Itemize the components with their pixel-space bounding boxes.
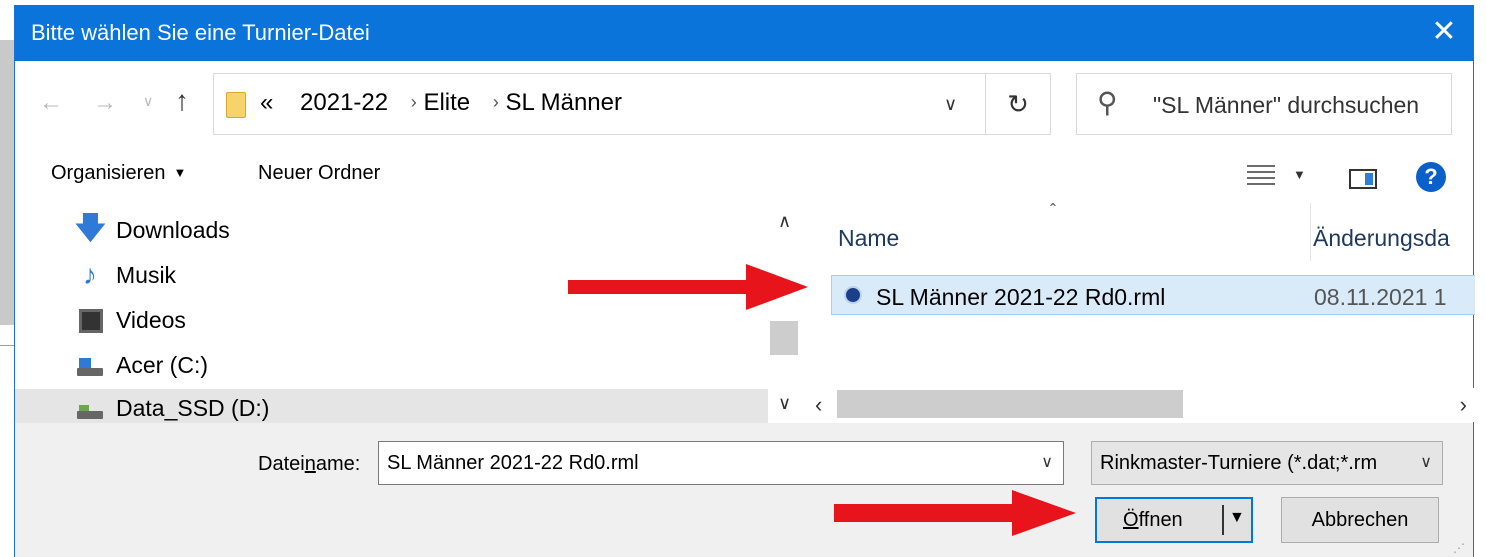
- file-row[interactable]: SL Männer 2021-22 Rd0.rml 08.11.2021 1: [831, 275, 1475, 315]
- breadcrumb-overflow[interactable]: «: [260, 89, 273, 116]
- view-options-icon[interactable]: [1247, 165, 1275, 185]
- scroll-up-icon[interactable]: ∧: [778, 211, 791, 232]
- background-window-top: [0, 0, 14, 40]
- background-window-panel: [0, 40, 15, 325]
- title-bar: Bitte wählen Sie eine Turnier-Datei ✕: [15, 5, 1473, 61]
- chevron-down-icon[interactable]: ∨: [1041, 452, 1053, 472]
- scroll-down-icon[interactable]: ∨: [778, 393, 791, 414]
- search-icon: ⚲: [1097, 87, 1118, 118]
- open-button-label: Öffnen: [1123, 509, 1183, 531]
- search-input[interactable]: ⚲ "SL Männer" durchsuchen: [1076, 73, 1452, 135]
- nav-item-label: Videos: [116, 307, 186, 333]
- folder-icon: [226, 92, 246, 118]
- dialog-title: Bitte wählen Sie eine Turnier-Datei: [31, 20, 370, 45]
- organize-label: Organisieren: [51, 162, 166, 184]
- navigation-pane: 🡇 Downloads ♪ Musik Videos Acer (C:) Dat…: [15, 203, 770, 423]
- column-divider[interactable]: [1310, 203, 1311, 261]
- chevron-down-icon[interactable]: ∨: [944, 94, 957, 115]
- caret-down-icon: ▼: [173, 165, 187, 180]
- refresh-icon[interactable]: ↻: [985, 74, 1050, 134]
- breadcrumb: « 2021-22 › Elite › SL Männer: [260, 89, 622, 117]
- scrollbar-thumb[interactable]: [837, 390, 1183, 418]
- address-bar[interactable]: « 2021-22 › Elite › SL Männer ∨ ↻: [213, 73, 1051, 135]
- split-button-divider: [1222, 505, 1224, 535]
- download-icon: 🡇: [75, 212, 106, 245]
- caret-down-icon[interactable]: ▼: [1229, 509, 1245, 527]
- resize-grip-icon[interactable]: ⋰: [1453, 541, 1469, 557]
- sort-ascending-icon: ˆ: [1050, 203, 1056, 221]
- file-list-horizontal-scrollbar[interactable]: ‹ ›: [805, 388, 1475, 422]
- nav-item-acer-c[interactable]: Acer (C:): [75, 346, 765, 386]
- breadcrumb-item-sl-maenner[interactable]: SL Männer: [505, 89, 622, 116]
- dialog-footer: Dateiname: SL Männer 2021-22 Rd0.rml ∨ R…: [15, 423, 1473, 557]
- back-arrow-icon[interactable]: ←: [39, 89, 63, 117]
- recent-locations-chevron-icon[interactable]: ∨: [143, 93, 153, 110]
- breadcrumb-item-2021-22[interactable]: 2021-22: [300, 89, 388, 116]
- up-arrow-icon[interactable]: ↑: [175, 85, 189, 117]
- help-icon[interactable]: ?: [1416, 162, 1446, 192]
- filename-value: SL Männer 2021-22 Rd0.rml: [387, 452, 639, 474]
- column-header-modified[interactable]: Änderungsda: [1313, 225, 1450, 252]
- breadcrumb-separator[interactable]: ›: [493, 92, 499, 112]
- file-modified-date: 08.11.2021 1: [1314, 284, 1447, 310]
- ssd-drive-icon: [75, 393, 105, 423]
- close-icon[interactable]: ✕: [1427, 15, 1461, 49]
- breadcrumb-item-elite[interactable]: Elite: [423, 89, 470, 116]
- column-header-name[interactable]: Name: [838, 225, 899, 252]
- windows-drive-icon: [75, 350, 105, 380]
- music-icon: ♪: [83, 259, 97, 290]
- cancel-button[interactable]: Abbrechen: [1281, 497, 1439, 543]
- file-type-value: Rinkmaster-Turniere (*.dat;*.rm: [1100, 452, 1378, 474]
- video-icon: [79, 309, 103, 333]
- organize-menu-button[interactable]: Organisieren ▼: [51, 162, 186, 185]
- scrollbar-thumb[interactable]: [770, 321, 798, 355]
- search-placeholder: "SL Männer" durchsuchen: [1153, 92, 1420, 118]
- cancel-button-label: Abbrechen: [1311, 509, 1409, 531]
- filename-label: Dateiname:: [258, 453, 361, 475]
- chevron-down-icon[interactable]: ∨: [1420, 452, 1432, 472]
- forward-arrow-icon[interactable]: →: [93, 89, 117, 117]
- file-name: SL Männer 2021-22 Rd0.rml: [876, 284, 1166, 310]
- new-folder-button[interactable]: Neuer Ordner: [258, 162, 380, 185]
- open-button[interactable]: Öffnen ▼: [1095, 497, 1253, 543]
- filename-field[interactable]: SL Männer 2021-22 Rd0.rml ∨: [378, 441, 1064, 485]
- scroll-left-icon[interactable]: ‹: [815, 392, 822, 418]
- nav-item-label: Acer (C:): [116, 352, 208, 378]
- nav-item-label: Downloads: [116, 217, 230, 243]
- view-options-caret-icon[interactable]: ▼: [1293, 167, 1306, 182]
- scroll-right-icon[interactable]: ›: [1460, 392, 1467, 418]
- background-window: [0, 0, 15, 557]
- rml-file-icon: [844, 286, 862, 304]
- nav-item-data-ssd-d[interactable]: Data_SSD (D:): [15, 389, 768, 423]
- preview-pane-icon[interactable]: [1349, 169, 1377, 189]
- navigation-pane-scrollbar[interactable]: ∧ ∨: [770, 203, 804, 423]
- nav-item-label: Musik: [116, 262, 177, 288]
- file-type-select[interactable]: Rinkmaster-Turniere (*.dat;*.rm ∨: [1091, 441, 1443, 485]
- nav-item-label: Data_SSD (D:): [116, 395, 270, 421]
- breadcrumb-separator[interactable]: ›: [411, 92, 417, 112]
- annotation-arrow-file: [568, 264, 808, 310]
- annotation-arrow-open-button: [834, 490, 1076, 536]
- nav-item-downloads[interactable]: 🡇 Downloads: [75, 211, 765, 251]
- background-window-line: [0, 345, 14, 346]
